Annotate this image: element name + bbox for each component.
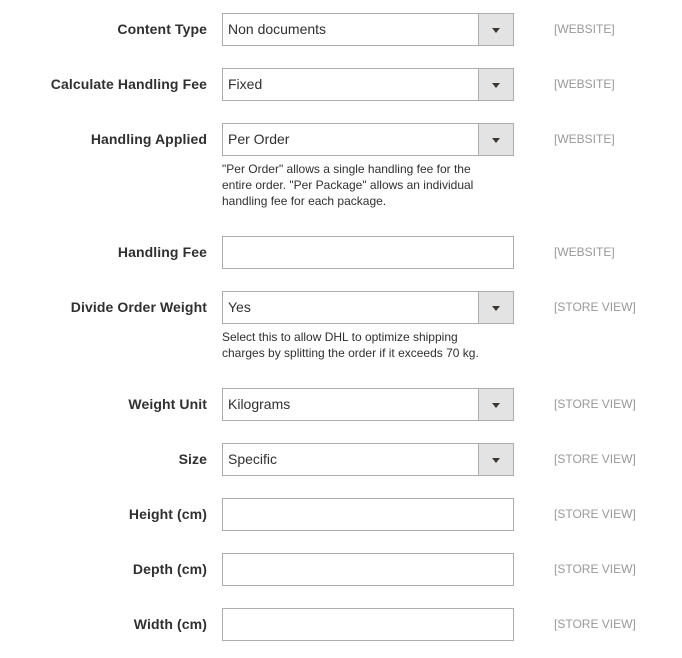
height-scope: [STORE VIEW]: [554, 507, 636, 521]
calculate-handling-fee-dropdown-toggle[interactable]: [478, 69, 513, 100]
weight-unit-value: Kilograms: [228, 396, 291, 412]
size-scope: [STORE VIEW]: [554, 452, 636, 466]
size-dropdown-toggle[interactable]: [478, 444, 513, 475]
depth-field[interactable]: [222, 553, 514, 586]
divide-order-weight-label: Divide Order Weight: [70, 299, 207, 315]
handling-fee-scope: [WEBSITE]: [554, 245, 615, 259]
content-type-dropdown-toggle[interactable]: [478, 14, 513, 45]
chevron-down-icon: [492, 28, 500, 33]
content-type-label: Content Type: [117, 21, 207, 37]
depth-input[interactable]: [223, 554, 513, 585]
weight-unit-scope: [STORE VIEW]: [554, 397, 636, 411]
depth-label: Depth (cm): [132, 561, 207, 577]
weight-unit-select[interactable]: Kilograms: [222, 388, 514, 421]
size-value: Specific: [228, 451, 278, 467]
size-label: Size: [178, 451, 207, 467]
content-type-select[interactable]: Non documents: [222, 13, 514, 46]
chevron-down-icon: [492, 83, 500, 88]
height-label: Height (cm): [128, 506, 207, 522]
divide-order-weight-dropdown-toggle[interactable]: [478, 292, 513, 323]
divide-order-weight-select[interactable]: Yes: [222, 291, 514, 324]
handling-applied-value: Per Order: [228, 131, 290, 147]
size-select[interactable]: Specific: [222, 443, 514, 476]
width-field[interactable]: [222, 608, 514, 641]
handling-applied-select[interactable]: Per Order: [222, 123, 514, 156]
weight-unit-label: Weight Unit: [128, 396, 207, 412]
width-scope: [STORE VIEW]: [554, 617, 636, 631]
chevron-down-icon: [492, 403, 500, 408]
chevron-down-icon: [492, 138, 500, 143]
handling-applied-label: Handling Applied: [90, 131, 207, 147]
calculate-handling-fee-label: Calculate Handling Fee: [50, 76, 207, 92]
width-input[interactable]: [223, 609, 513, 640]
content-type-value: Non documents: [228, 21, 327, 37]
width-label: Width (cm): [133, 616, 207, 632]
height-field[interactable]: [222, 498, 514, 531]
handling-fee-label: Handling Fee: [117, 244, 207, 260]
height-input[interactable]: [223, 499, 513, 530]
calculate-handling-fee-value: Fixed: [228, 76, 263, 92]
handling-fee-field[interactable]: [222, 236, 514, 269]
calculate-handling-fee-select[interactable]: Fixed: [222, 68, 514, 101]
depth-scope: [STORE VIEW]: [554, 562, 636, 576]
handling-applied-dropdown-toggle[interactable]: [478, 124, 513, 155]
content-type-scope: [WEBSITE]: [554, 22, 615, 36]
divide-order-weight-scope: [STORE VIEW]: [554, 300, 636, 314]
handling-applied-scope: [WEBSITE]: [554, 132, 615, 146]
divide-order-weight-note: Select this to allow DHL to optimize shi…: [222, 330, 479, 360]
divide-order-weight-value: Yes: [228, 299, 251, 315]
chevron-down-icon: [492, 306, 500, 311]
weight-unit-dropdown-toggle[interactable]: [478, 389, 513, 420]
handling-fee-input[interactable]: [223, 237, 513, 268]
handling-applied-note: "Per Order" allows a single handling fee…: [222, 162, 474, 208]
chevron-down-icon: [492, 458, 500, 463]
calculate-handling-fee-scope: [WEBSITE]: [554, 77, 615, 91]
